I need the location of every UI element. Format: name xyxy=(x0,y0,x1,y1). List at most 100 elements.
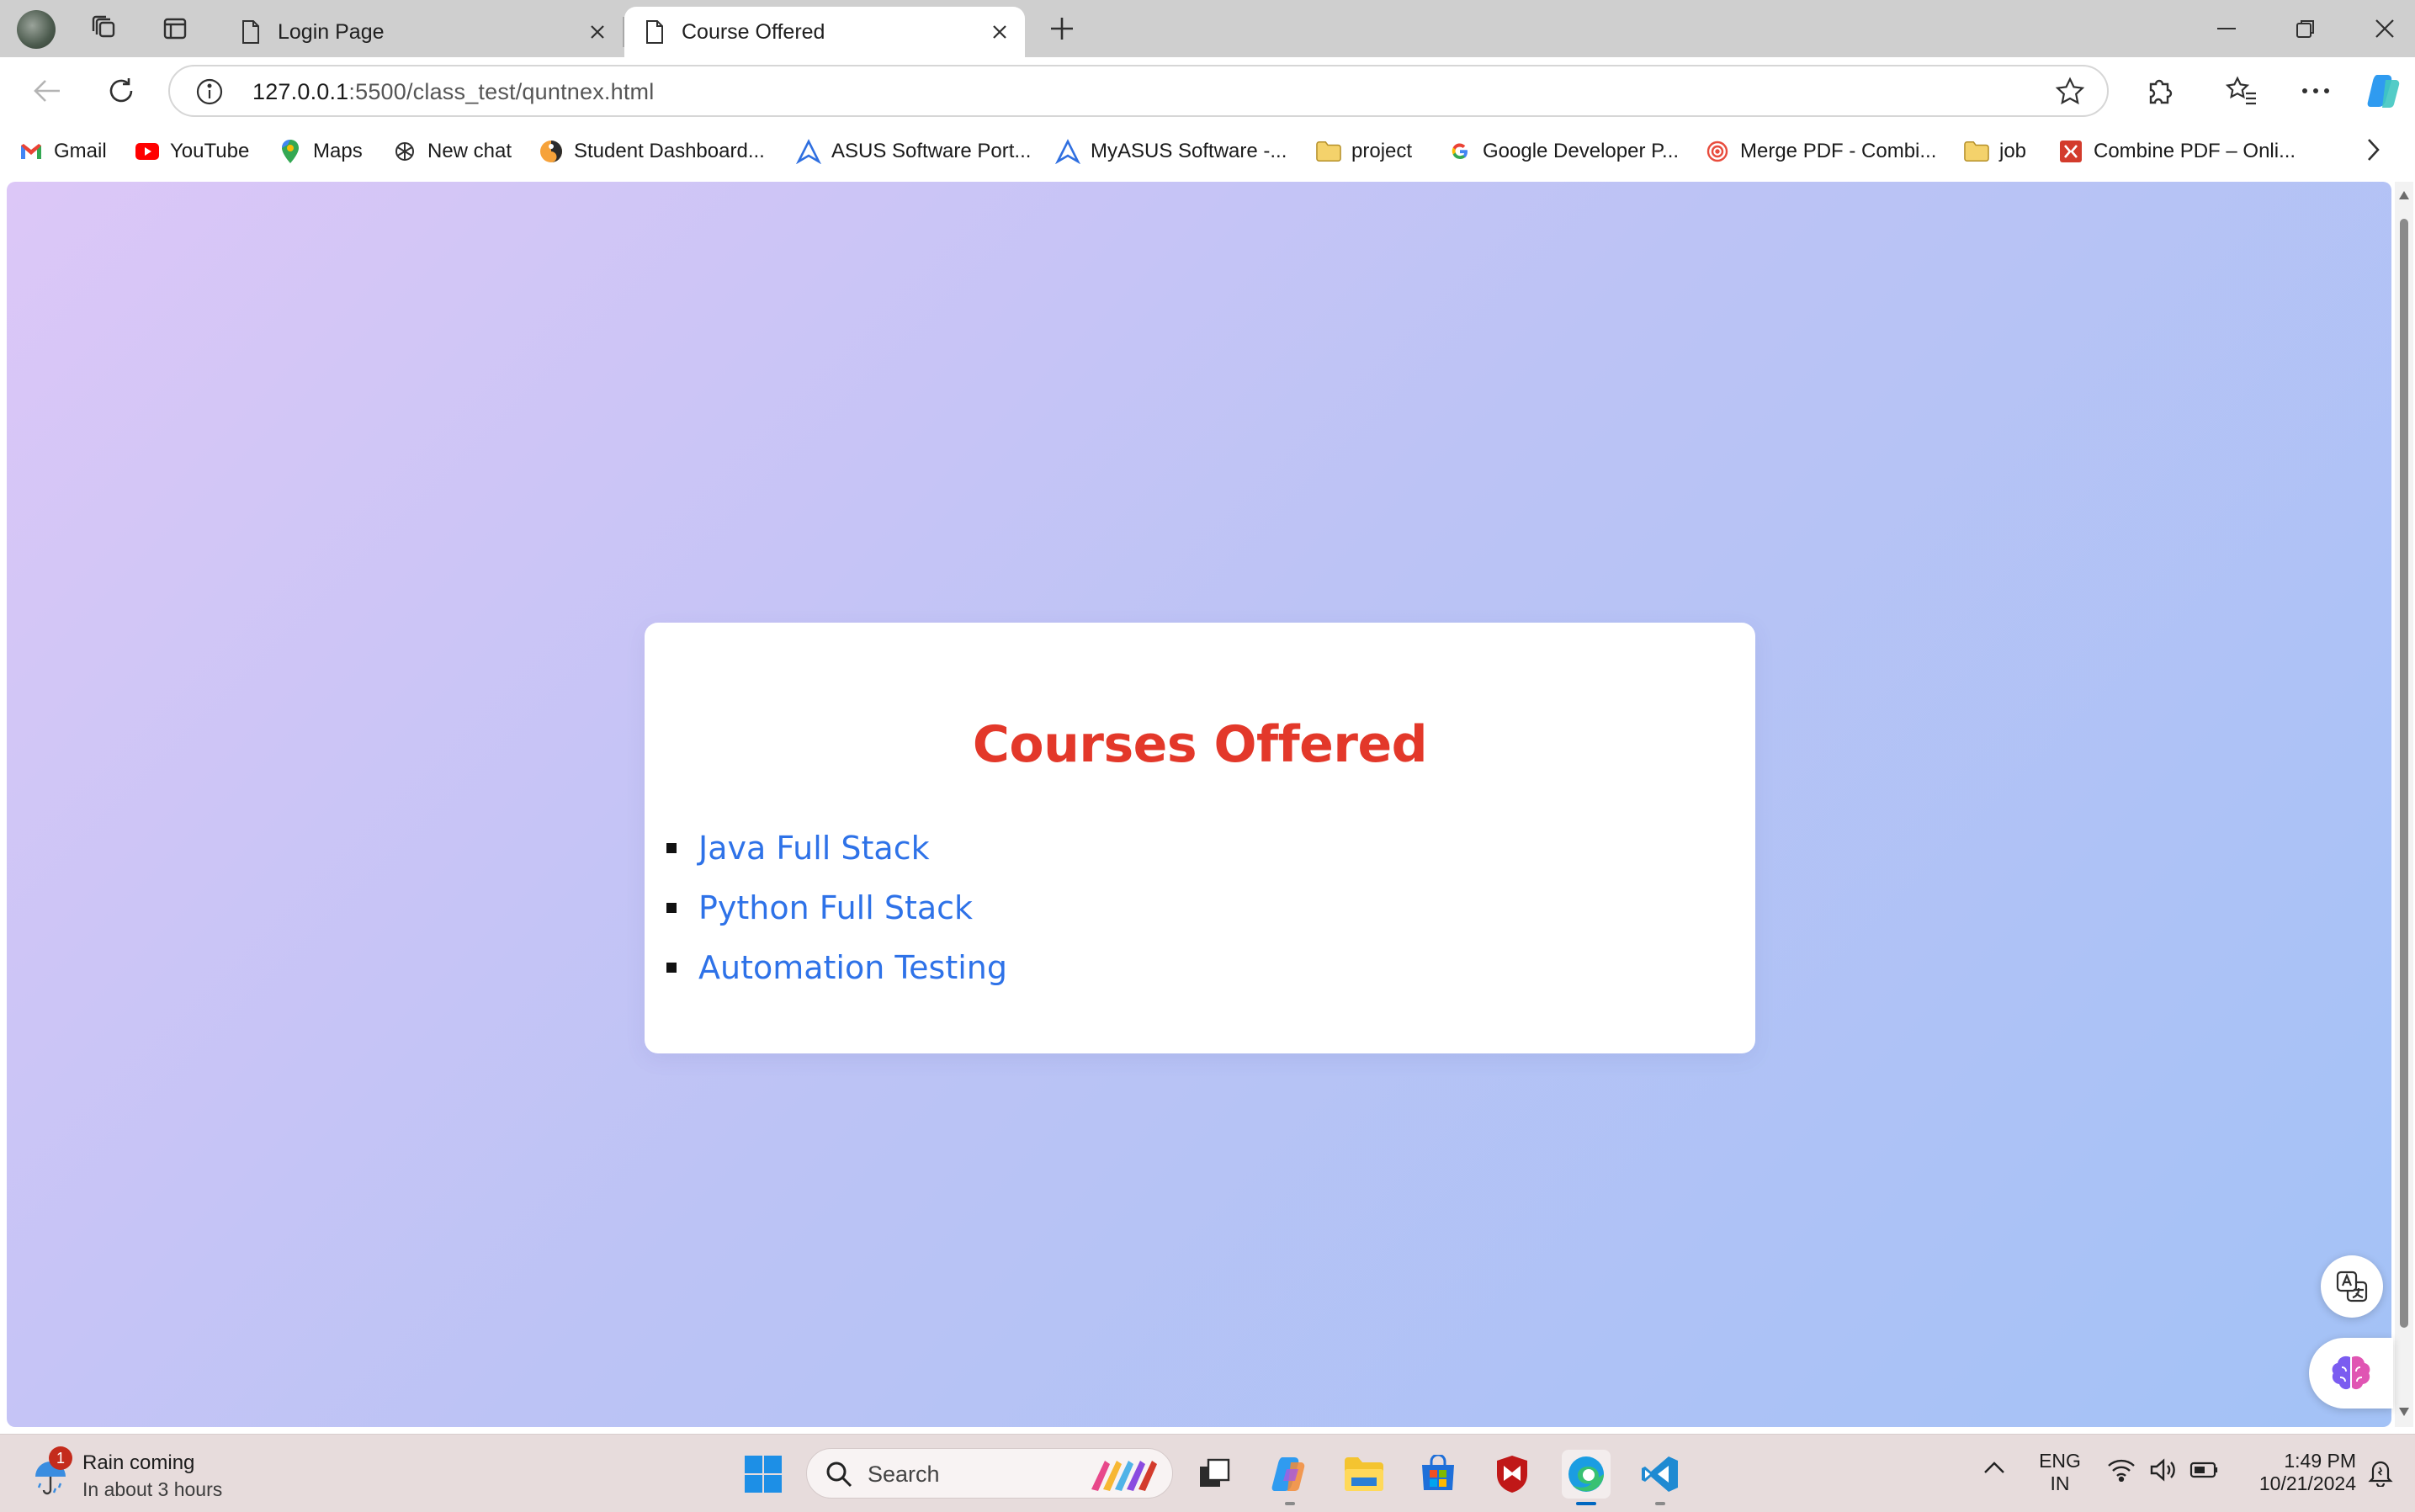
bookmark-label: Merge PDF - Combi... xyxy=(1740,140,1937,162)
extensions-icon[interactable] xyxy=(2137,69,2181,113)
bookmark-folder-project[interactable]: project xyxy=(1316,136,1412,167)
bookmark-asus-portal[interactable]: ASUS Software Port... xyxy=(796,136,1031,167)
vertical-scrollbar[interactable] xyxy=(2395,182,2413,1427)
copilot-icon xyxy=(1271,1457,1305,1491)
browser-toolbar: 127.0.0.1:5500/class_test/quntnex.html xyxy=(0,57,2415,125)
taskbar-mcafee[interactable] xyxy=(1488,1450,1537,1499)
notifications-icon[interactable] xyxy=(2366,1458,2395,1487)
windows-taskbar: 1 Rain coming In about 3 hours Search EN… xyxy=(0,1434,2415,1512)
minimize-icon[interactable] xyxy=(2188,0,2265,57)
gmail-icon xyxy=(19,139,44,164)
course-link-java[interactable]: Java Full Stack xyxy=(698,830,930,867)
taskbar-search[interactable]: Search xyxy=(806,1448,1173,1499)
bookmark-maps[interactable]: Maps xyxy=(278,136,363,167)
site-info-icon[interactable] xyxy=(195,77,224,106)
volume-icon[interactable] xyxy=(2149,1458,2176,1482)
folder-icon xyxy=(1345,1457,1383,1491)
running-indicator xyxy=(1576,1502,1596,1505)
battery-icon[interactable] xyxy=(2189,1462,2220,1478)
taskbar-edge[interactable] xyxy=(1562,1450,1611,1505)
bookmark-google-developer[interactable]: Google Developer P... xyxy=(1447,136,1679,167)
youtube-icon xyxy=(135,139,160,164)
bookmark-label: MyASUS Software -... xyxy=(1091,140,1287,162)
url-host: 127.0.0.1 xyxy=(252,79,349,104)
tab-login-page[interactable]: Login Page xyxy=(220,7,623,57)
back-icon[interactable] xyxy=(25,69,69,113)
restore-icon[interactable] xyxy=(2267,0,2344,57)
search-highlight-icon xyxy=(1091,1461,1157,1491)
chevron-up-icon[interactable] xyxy=(1982,1460,2006,1475)
openai-icon xyxy=(392,139,417,164)
bookmark-youtube[interactable]: YouTube xyxy=(135,136,249,167)
bookmark-new-chat[interactable]: New chat xyxy=(392,136,512,167)
url-text[interactable]: 127.0.0.1:5500/class_test/quntnex.html xyxy=(252,79,654,105)
favorites-icon[interactable] xyxy=(2220,69,2264,113)
chevron-right-icon[interactable] xyxy=(2365,136,2381,163)
clock-date: 10/21/2024 xyxy=(2258,1472,2356,1494)
tab-label: Login Page xyxy=(278,19,385,44)
bookmark-label: YouTube xyxy=(170,140,250,162)
address-bar[interactable]: 127.0.0.1:5500/class_test/quntnex.html xyxy=(168,65,2109,117)
store-icon xyxy=(1422,1455,1454,1490)
profile-avatar[interactable] xyxy=(17,10,56,49)
list-item: Automation Testing xyxy=(666,937,1007,997)
start-button[interactable] xyxy=(739,1450,788,1499)
maps-icon xyxy=(278,139,303,164)
close-tab-icon[interactable] xyxy=(986,19,1013,45)
vertical-tabs-icon[interactable] xyxy=(155,8,195,49)
bookmark-label: job xyxy=(1999,140,2027,162)
course-link-python[interactable]: Python Full Stack xyxy=(698,889,973,926)
scroll-down-icon[interactable] xyxy=(2398,1407,2410,1417)
bookmark-folder-job[interactable]: job xyxy=(1964,136,2026,167)
taskbar-store[interactable] xyxy=(1414,1450,1462,1499)
language-code: ENG xyxy=(2039,1450,2081,1472)
more-options-icon[interactable] xyxy=(2294,69,2338,113)
tab-course-offered[interactable]: Course Offered xyxy=(624,7,1025,57)
page-icon xyxy=(241,19,261,45)
tab-strip: Login Page Course Offered xyxy=(0,0,2415,57)
favorite-star-icon[interactable] xyxy=(2055,77,2085,107)
refresh-icon[interactable] xyxy=(99,69,143,113)
page-viewport: Courses Offered Java Full Stack Python F… xyxy=(7,182,2391,1427)
course-link-automation[interactable]: Automation Testing xyxy=(698,949,1007,986)
tab-label: Course Offered xyxy=(682,19,825,44)
bookmark-gmail[interactable]: Gmail xyxy=(19,136,107,167)
page-icon xyxy=(645,19,665,45)
bookmark-combine-pdf[interactable]: Combine PDF – Onli... xyxy=(2058,136,2296,167)
bookmark-student-dashboard[interactable]: Student Dashboard... xyxy=(539,136,765,167)
folder-icon xyxy=(1964,139,1989,164)
bookmark-label: Combine PDF – Onli... xyxy=(2094,140,2296,162)
translate-icon[interactable] xyxy=(2321,1255,2383,1318)
copilot-icon[interactable] xyxy=(2363,69,2407,113)
weather-title: Rain coming xyxy=(82,1451,195,1474)
running-indicator xyxy=(1655,1502,1665,1505)
bookmarks-bar: Gmail YouTube Maps New chat Student Dash… xyxy=(0,125,2415,177)
page-title: Courses Offered xyxy=(972,715,1428,774)
task-view-button[interactable] xyxy=(1190,1450,1239,1499)
task-view-icon xyxy=(1200,1458,1230,1487)
search-icon xyxy=(826,1462,852,1488)
close-window-icon[interactable] xyxy=(2346,0,2415,57)
language-indicator[interactable]: ENG IN xyxy=(2033,1450,2087,1495)
close-tab-icon[interactable] xyxy=(584,19,611,45)
scroll-thumb[interactable] xyxy=(2400,219,2408,1328)
workspaces-icon[interactable] xyxy=(84,8,125,49)
new-tab-icon[interactable] xyxy=(1042,8,1082,49)
vscode-icon xyxy=(1642,1456,1678,1492)
taskbar-copilot[interactable] xyxy=(1266,1450,1314,1505)
taskbar-file-explorer[interactable] xyxy=(1340,1450,1388,1499)
brain-assistant-icon[interactable] xyxy=(2309,1338,2393,1409)
bookmark-label: Student Dashboard... xyxy=(574,140,765,162)
google-icon xyxy=(1447,139,1473,164)
folder-icon xyxy=(1316,139,1341,164)
clock[interactable]: 1:49 PM 10/21/2024 xyxy=(2238,1450,2356,1495)
scroll-up-icon[interactable] xyxy=(2398,190,2410,200)
bookmark-label: Maps xyxy=(313,140,363,162)
taskbar-vscode[interactable] xyxy=(1636,1450,1685,1505)
url-path: :5500/class_test/quntnex.html xyxy=(348,79,655,104)
bookmark-myasus[interactable]: MyASUS Software -... xyxy=(1055,136,1287,167)
wifi-icon[interactable] xyxy=(2107,1458,2136,1482)
edge-icon xyxy=(1568,1456,1604,1492)
bookmark-merge-pdf[interactable]: Merge PDF - Combi... xyxy=(1705,136,1936,167)
bookmark-label: Gmail xyxy=(54,140,107,162)
